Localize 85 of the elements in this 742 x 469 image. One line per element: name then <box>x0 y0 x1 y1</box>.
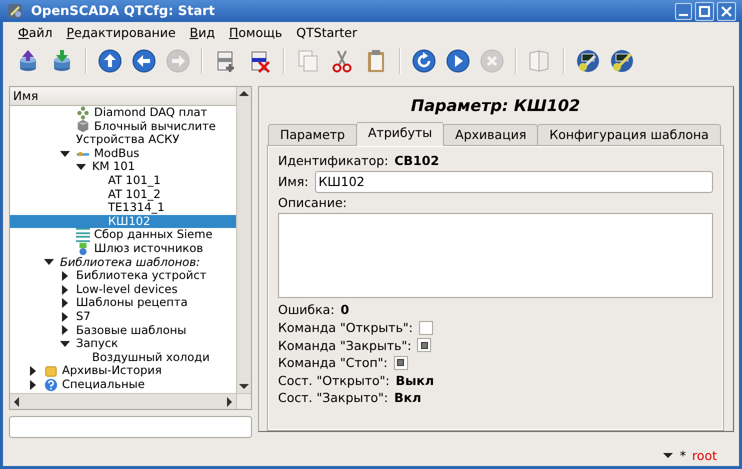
scrollbar-corner <box>236 393 251 409</box>
maximize-button[interactable] <box>695 2 714 20</box>
cube-icon <box>76 119 90 134</box>
panel-title: Параметр: КШ102 <box>410 96 582 116</box>
checkbox[interactable] <box>394 356 408 370</box>
collapse-arrow-icon[interactable] <box>76 162 86 172</box>
tree-item[interactable]: Специальные <box>10 378 236 392</box>
close-button[interactable] <box>717 2 736 20</box>
expand-arrow-icon[interactable] <box>60 312 70 322</box>
tree-item[interactable]: Базовые шаблоны <box>10 324 236 338</box>
tree-item[interactable]: Библиотека устройст <box>10 269 236 283</box>
expand-arrow-icon[interactable] <box>28 366 38 376</box>
tree-item[interactable]: Diamond DAQ плат <box>10 106 236 120</box>
field-value: 0 <box>340 302 350 318</box>
tree-item[interactable]: Архивы-История <box>10 364 236 378</box>
circuit-board-icon <box>76 106 90 120</box>
stripes-icon <box>76 228 90 242</box>
tree-item[interactable]: KM 101 <box>10 160 236 174</box>
monitor-pen-icon <box>609 48 635 74</box>
expand-arrow-icon[interactable] <box>28 380 38 390</box>
field-value: Выкл <box>396 372 434 388</box>
help-icon <box>44 378 58 392</box>
collapse-arrow-icon[interactable] <box>60 148 70 159</box>
collapse-arrow-icon[interactable] <box>60 338 70 349</box>
folder-box-icon <box>44 364 58 378</box>
refresh-icon <box>411 48 437 74</box>
tab[interactable]: Параметр <box>268 124 357 145</box>
stop-icon <box>479 48 505 74</box>
checkbox[interactable] <box>417 338 432 352</box>
menu-item[interactable]: Помощь <box>222 24 290 40</box>
input-field[interactable]: КШ102 <box>314 170 713 193</box>
tree-item[interactable]: Шаблоны рецепта <box>10 296 236 310</box>
horizontal-scrollbar[interactable] <box>10 393 236 409</box>
collapse-arrow-icon[interactable] <box>44 257 54 268</box>
tree-item[interactable]: Воздушный холоди <box>10 350 236 364</box>
expand-arrow-icon[interactable] <box>60 284 70 295</box>
tree-item[interactable]: Запуск <box>10 337 236 351</box>
field-label: Ошибка: <box>278 302 335 318</box>
field-label: Сост. "Открыто": <box>278 372 390 388</box>
app-logo-icon <box>7 3 23 19</box>
column-header[interactable]: Имя <box>10 87 236 106</box>
dropdown-arrow-icon[interactable] <box>662 450 674 460</box>
tree-item[interactable]: Low-level devices <box>10 282 236 296</box>
minimize-button[interactable] <box>675 2 692 20</box>
tab[interactable]: Архивация <box>443 124 538 145</box>
tab[interactable]: Атрибуты <box>356 122 444 146</box>
field-label: Имя: <box>278 174 309 190</box>
field-label: Команда "Открыть": <box>278 320 413 336</box>
close-icon <box>719 4 734 18</box>
tree-item[interactable]: Сбор данных Sieme <box>10 228 236 242</box>
menu-item[interactable]: Вид <box>182 24 222 40</box>
expand-arrow-icon[interactable] <box>60 325 70 336</box>
field-label: Описание: <box>278 194 347 210</box>
menu-item[interactable]: Файл <box>11 24 60 40</box>
menu-item[interactable]: QTStarter <box>289 24 364 40</box>
vertical-scrollbar[interactable] <box>236 87 251 393</box>
checkbox[interactable] <box>418 320 433 335</box>
tree-item[interactable]: Шлюз источников <box>10 242 236 256</box>
minimize-icon <box>679 14 688 16</box>
field-label: Команда "Закрыть": <box>278 338 412 353</box>
tree-item[interactable]: Блочный вычислите <box>10 120 236 134</box>
tree-item[interactable]: TE1314_1 <box>10 201 236 215</box>
menu-item[interactable]: Редактирование <box>60 24 183 40</box>
expand-arrow-icon[interactable] <box>60 298 70 308</box>
tree-item[interactable]: AT 101_1 <box>10 174 236 188</box>
tree-item[interactable]: S7 <box>10 310 236 324</box>
tree-item[interactable]: Библиотека шаблонов: <box>10 256 236 270</box>
tab[interactable]: Конфигурация шаблона <box>537 124 721 145</box>
field-value: Вкл <box>394 390 422 406</box>
tree-item[interactable]: AT 101_2 <box>10 188 236 202</box>
field-label: Идентификатор: <box>278 153 388 168</box>
tree-item[interactable]: КШ102 <box>10 214 236 228</box>
field-label: Команда "Стоп": <box>278 355 388 370</box>
modified-mark: * <box>680 448 686 462</box>
window-title: OpenSCADA QTCfg: Start <box>31 4 216 18</box>
tree-item[interactable]: ModBus <box>10 146 236 160</box>
monitor-wrench-icon <box>575 48 601 74</box>
field-value: CB102 <box>394 153 440 168</box>
user-name: root <box>692 448 717 462</box>
expand-arrow-icon[interactable] <box>60 270 70 281</box>
filter-field[interactable] <box>9 416 252 438</box>
play-icon <box>445 48 471 74</box>
field-label: Сост. "Закрыто": <box>278 390 388 406</box>
maximize-icon <box>697 4 712 18</box>
tree-item[interactable]: Устройства АСКУ <box>10 133 236 147</box>
